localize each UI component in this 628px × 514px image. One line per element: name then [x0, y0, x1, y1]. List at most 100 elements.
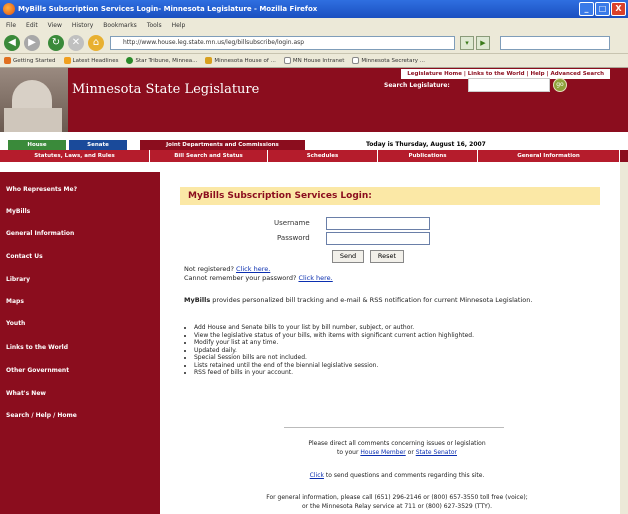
footer-questions-text: to send questions and comments regarding… — [325, 472, 485, 479]
tab-senate[interactable]: Senate — [69, 140, 127, 150]
list-item: Add House and Senate bills to your list … — [194, 324, 474, 332]
list-item: View the legislative status of your bill… — [194, 332, 474, 340]
list-item: Updated daily. — [194, 347, 474, 355]
page-icon — [352, 57, 360, 64]
forgot-password-text: Cannot remember your password? — [184, 274, 297, 282]
menu-tools[interactable]: Tools — [147, 22, 162, 29]
search-engine-box[interactable] — [500, 36, 610, 50]
footer-phone-line: For general information, please call (65… — [266, 494, 528, 501]
username-label: Username — [274, 219, 310, 227]
forward-icon[interactable]: ▶ — [24, 35, 40, 51]
tab-row-main: Statutes, Laws, and Rules Bill Search an… — [0, 150, 628, 162]
nav-mybills[interactable]: MyBills — [6, 208, 30, 215]
house-member-link[interactable]: House Member — [360, 449, 405, 456]
nav-library[interactable]: Library — [6, 276, 30, 283]
nav-contact-us[interactable]: Contact Us — [6, 253, 43, 260]
bookmark-item[interactable]: Latest Headlines — [63, 57, 118, 64]
navigation-toolbar: ◀ ▶ ↻ ✕ ⌂ http://www.house.leg.state.mn.… — [0, 32, 628, 54]
tab-bill-search[interactable]: Bill Search and Status — [150, 150, 268, 162]
close-button[interactable]: X — [611, 2, 626, 16]
list-item: Special Session bills are not included. — [194, 354, 474, 362]
bookmark-icon — [126, 57, 134, 64]
menu-edit[interactable]: Edit — [26, 22, 38, 29]
send-button[interactable]: Send — [332, 250, 364, 263]
capitol-logo — [0, 68, 68, 132]
minimize-button[interactable]: _ — [579, 2, 594, 16]
rss-icon — [63, 57, 71, 64]
bookmark-item[interactable]: Getting Started — [4, 57, 56, 64]
site-title: Minnesota State Legislature — [72, 82, 260, 97]
search-label: Search Legislature: — [384, 82, 450, 89]
reset-button[interactable]: Reset — [370, 250, 404, 263]
mybills-intro: MyBills provides personalized bill track… — [184, 296, 532, 304]
menu-bookmarks[interactable]: Bookmarks — [103, 22, 137, 29]
nav-whats-new[interactable]: What's New — [6, 390, 46, 397]
nav-links-to-the-world[interactable]: Links to the World — [6, 344, 68, 351]
footer-or: or — [407, 449, 414, 456]
register-link[interactable]: Click here. — [236, 265, 270, 273]
username-input[interactable] — [326, 217, 430, 230]
bookmark-item[interactable]: Minnesota Secretary ... — [352, 57, 425, 64]
address-text: http://www.house.leg.state.mn.us/leg/bil… — [123, 39, 305, 46]
nav-search-help-home[interactable]: Search / Help / Home — [6, 412, 77, 419]
back-icon[interactable]: ◀ — [4, 35, 20, 51]
tab-schedules[interactable]: Schedules — [268, 150, 378, 162]
vertical-scrollbar[interactable] — [620, 162, 628, 514]
tab-joint-departments[interactable]: Joint Departments and Commissions — [140, 140, 305, 150]
footer-contacts-line: to your House Member or State Senator — [232, 449, 562, 456]
tab-statutes[interactable]: Statutes, Laws, and Rules — [0, 150, 150, 162]
list-item: Lists retained until the end of the bien… — [194, 362, 474, 370]
bookmark-item[interactable]: MN House Intranet — [283, 57, 344, 64]
click-link[interactable]: Click — [310, 472, 324, 479]
not-registered-line: Not registered? Click here. — [184, 265, 270, 273]
list-item: RSS feed of bills in your account. — [194, 369, 474, 377]
password-input[interactable] — [326, 232, 430, 245]
address-bar[interactable]: http://www.house.leg.state.mn.us/leg/bil… — [110, 36, 455, 50]
login-heading: MyBills Subscription Services Login: — [180, 187, 600, 205]
nav-maps[interactable]: Maps — [6, 298, 24, 305]
bookmark-item[interactable]: Star Tribune, Minnea... — [126, 57, 197, 64]
nav-youth[interactable]: Youth — [6, 320, 25, 327]
bookmark-star-icon[interactable]: ▾ — [460, 36, 474, 50]
firefox-icon — [3, 3, 15, 15]
tab-house[interactable]: House — [8, 140, 66, 150]
page-icon — [283, 57, 291, 64]
divider — [284, 427, 504, 428]
window-title: MyBills Subscription Services Login- Min… — [18, 5, 318, 13]
menu-bar: File Edit View History Bookmarks Tools H… — [0, 18, 628, 32]
list-item: Modify your list at any time. — [194, 339, 474, 347]
forgot-password-link[interactable]: Click here. — [298, 274, 332, 282]
footer-questions-line: Click to send questions and comments reg… — [232, 472, 562, 479]
site-search-go-button[interactable]: go — [553, 78, 567, 92]
tab-row-top: House Senate Joint Departments and Commi… — [0, 140, 628, 150]
today-date: Today is Thursday, August 16, 2007 — [360, 140, 492, 150]
forgot-password-line: Cannot remember your password? Click her… — [184, 274, 333, 282]
tab-publications[interactable]: Publications — [378, 150, 478, 162]
menu-history[interactable]: History — [72, 22, 93, 29]
menu-help[interactable]: Help — [172, 22, 186, 29]
feature-list: Add House and Senate bills to your list … — [184, 324, 474, 377]
nav-who-represents-me[interactable]: Who Represents Me? — [6, 186, 77, 193]
window-controls: _ □ X — [579, 2, 626, 16]
footer-comments-line: Please direct all comments concerning is… — [308, 440, 486, 447]
tab-general-information[interactable]: General Information — [478, 150, 620, 162]
mybills-name: MyBills — [184, 296, 211, 304]
state-senator-link[interactable]: State Senator — [416, 449, 457, 456]
window-title-bar: MyBills Subscription Services Login- Min… — [0, 0, 628, 18]
site-search-input[interactable] — [468, 78, 550, 92]
password-label: Password — [277, 234, 310, 242]
bookmarks-toolbar: Getting Started Latest Headlines Star Tr… — [0, 54, 628, 68]
nav-other-government[interactable]: Other Government — [6, 367, 69, 374]
menu-view[interactable]: View — [48, 22, 62, 29]
site-header: Minnesota State Legislature Legislature … — [0, 68, 628, 132]
bookmark-item[interactable]: Minnesota House of ... — [205, 57, 276, 64]
reload-icon[interactable]: ↻ — [48, 35, 64, 51]
footer-relay-line: or the Minnesota Relay service at 711 or… — [301, 503, 493, 510]
go-icon[interactable]: ▶ — [476, 36, 490, 50]
stop-icon[interactable]: ✕ — [68, 35, 84, 51]
nav-general-information[interactable]: General Information — [6, 230, 74, 237]
home-icon[interactable]: ⌂ — [88, 35, 104, 51]
maximize-button[interactable]: □ — [595, 2, 610, 16]
menu-file[interactable]: File — [6, 22, 16, 29]
left-navigation: Who Represents Me? MyBills General Infor… — [0, 172, 160, 514]
